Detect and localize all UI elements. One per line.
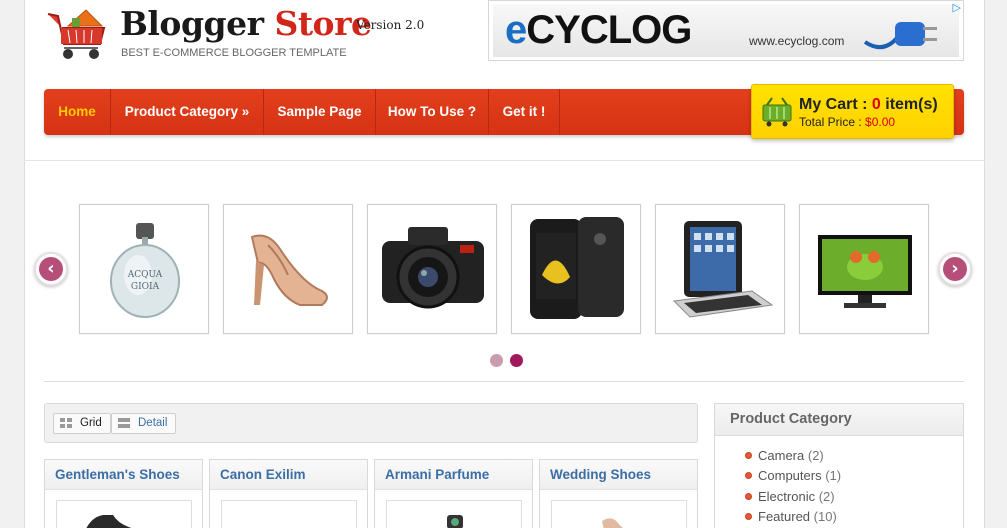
bullet-icon	[745, 493, 752, 500]
product-image[interactable]	[551, 500, 687, 528]
category-name[interactable]: Electronic	[758, 489, 815, 504]
cart-total: Total Price : $0.00	[799, 115, 895, 129]
slider-prev-button[interactable]: ‹	[34, 252, 68, 286]
dslr-camera-image	[382, 227, 484, 309]
category-item-computers[interactable]: Computers (1)	[745, 467, 841, 485]
perfume-bottle-image	[447, 515, 463, 528]
slide-heel-shoe[interactable]	[223, 204, 353, 334]
ad-logo[interactable]: eCYCLOG	[505, 8, 692, 53]
slide-perfume[interactable]: ACQUA GIOIA	[79, 204, 209, 334]
product-title[interactable]: Wedding Shoes	[540, 460, 697, 490]
product-title[interactable]: Armani Parfume	[375, 460, 532, 490]
product-image[interactable]	[56, 500, 192, 528]
bullet-icon	[745, 513, 752, 520]
category-item-featured[interactable]: Featured (10)	[745, 508, 837, 526]
shopping-cart-logo-icon[interactable]	[44, 4, 110, 66]
detail-view-label: Detail	[138, 417, 168, 429]
site-tagline: BEST E-COMMERCE BLOGGER TEMPLATE	[121, 47, 347, 59]
slide-camera[interactable]	[367, 204, 497, 334]
nav-product-category[interactable]: Product Category »	[111, 89, 264, 135]
slider-dot-1[interactable]	[490, 354, 503, 367]
ad-logo-e: e	[505, 8, 527, 52]
category-item-electronic[interactable]: Electronic (2)	[745, 488, 835, 506]
product-image[interactable]	[386, 500, 522, 528]
category-count: (1)	[825, 468, 842, 483]
adchoices-icon[interactable]: ▷	[953, 1, 961, 14]
product-image[interactable]	[221, 500, 357, 528]
bullet-icon	[745, 472, 752, 479]
product-title[interactable]: Canon Exilim	[210, 460, 367, 490]
chevron-right-icon: ›	[943, 257, 967, 281]
list-icon	[118, 418, 130, 428]
slide-phone[interactable]	[511, 204, 641, 334]
tablet-keyboard-image	[672, 221, 774, 318]
grid-view-button[interactable]: Grid	[53, 413, 111, 434]
nav-get-it[interactable]: Get it !	[489, 89, 560, 135]
view-toolbar: Grid Detail	[44, 403, 698, 443]
nav-sample-page[interactable]: Sample Page	[264, 89, 376, 135]
mens-shoe-image	[86, 515, 132, 528]
product-tile[interactable]: Canon Exilim	[209, 459, 368, 528]
category-name[interactable]: Featured	[758, 509, 810, 524]
product-title[interactable]: Gentleman's Shoes	[45, 460, 202, 490]
ad-logo-rest: CYCLOG	[526, 8, 692, 52]
nav-how-to-use[interactable]: How To Use ?	[376, 89, 489, 135]
cart-price-value: $0.00	[865, 115, 896, 129]
cart-title-prefix: My Cart :	[799, 96, 872, 113]
slider-next-button[interactable]: ›	[938, 252, 972, 286]
cart-price-label: Total Price :	[799, 115, 866, 129]
power-plug-icon	[863, 22, 937, 50]
ad-background: eCYCLOG www.ecyclog.com	[493, 4, 959, 57]
cart-widget[interactable]: My Cart : 0 item(s) Total Price : $0.00	[751, 84, 954, 139]
product-tile[interactable]: Gentleman's Shoes	[44, 459, 203, 528]
svg-text:ACQUA: ACQUA	[127, 270, 163, 280]
perfume-image: ACQUA GIOIA	[110, 223, 180, 318]
grid-icon	[60, 418, 72, 428]
category-count: (2)	[818, 489, 835, 504]
header-divider	[24, 160, 985, 161]
chevron-left-icon: ‹	[39, 257, 63, 281]
slide-monitor[interactable]	[799, 204, 929, 334]
monitor-image	[818, 235, 912, 308]
brand-main-text[interactable]: Blogger	[120, 4, 264, 43]
product-tile[interactable]: Armani Parfume	[374, 459, 533, 528]
ad-banner[interactable]: eCYCLOG www.ecyclog.com ▷	[488, 0, 964, 61]
sidebar-title: Product Category	[715, 404, 963, 436]
category-count: (10)	[813, 509, 837, 524]
content-divider	[44, 381, 964, 382]
version-label: Version 2.0	[356, 18, 425, 32]
cart-title: My Cart : 0 item(s)	[799, 96, 938, 114]
bullet-icon	[745, 452, 752, 459]
category-count: (2)	[807, 448, 824, 463]
cart-title-suffix: item(s)	[880, 96, 938, 113]
product-tile[interactable]: Wedding Shoes	[539, 459, 698, 528]
high-heel-shoe-image	[250, 234, 328, 306]
grid-view-label: Grid	[80, 417, 102, 429]
category-name[interactable]: Computers	[758, 468, 822, 483]
slide-tablet[interactable]	[655, 204, 785, 334]
nav-home[interactable]: Home	[44, 89, 111, 135]
svg-text:GIOIA: GIOIA	[131, 282, 160, 292]
ad-url[interactable]: www.ecyclog.com	[749, 34, 844, 48]
wedding-shoe-image	[602, 518, 624, 528]
canon-camera-image	[222, 501, 358, 528]
smartphone-image	[530, 217, 624, 319]
site-title[interactable]: Blogger Store	[120, 4, 372, 43]
category-name[interactable]: Camera	[758, 448, 804, 463]
product-category-widget: Product Category Camera (2) Computers (1…	[714, 403, 964, 528]
category-item-camera[interactable]: Camera (2)	[745, 447, 824, 465]
cart-count: 0	[871, 96, 881, 113]
basket-icon	[762, 97, 792, 127]
detail-view-button[interactable]: Detail	[111, 413, 177, 434]
slider-dot-2[interactable]	[510, 354, 523, 367]
